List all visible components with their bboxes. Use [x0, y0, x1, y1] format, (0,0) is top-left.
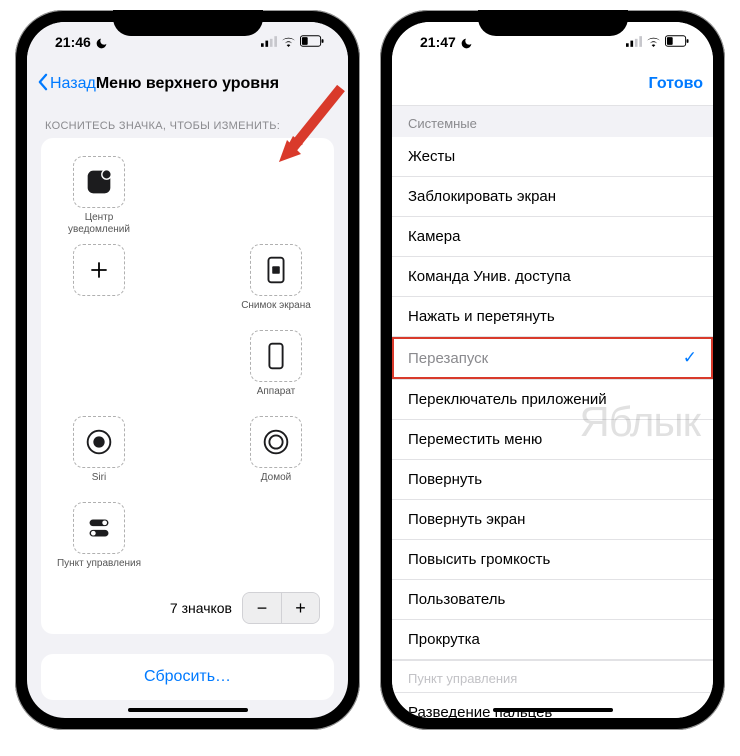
nav-bar: Назад Меню верхнего уровня: [27, 62, 348, 106]
moon-icon: [95, 34, 108, 50]
nav-bar: Готово: [392, 62, 713, 106]
list-section-system: Системные: [392, 106, 713, 137]
notch: [478, 10, 628, 36]
icon-grid: Центр уведомлений Снимок экрана: [55, 156, 320, 580]
grid-item-control-center[interactable]: Пункт управления: [55, 502, 143, 580]
list-item[interactable]: Перезапуск✓: [392, 337, 713, 380]
stepper: − +: [242, 592, 320, 624]
list-item[interactable]: Нажать и перетянуть: [392, 297, 713, 337]
screen-right: 21:47 Готово Системные ЖестыЗаблокироват…: [392, 22, 713, 718]
back-label: Назад: [50, 75, 96, 93]
reset-button[interactable]: Сбросить…: [41, 654, 334, 700]
grid-item-notifications[interactable]: Центр уведомлений: [55, 156, 143, 236]
list-item[interactable]: Камера: [392, 217, 713, 257]
grid-item-screenshot[interactable]: Снимок экрана: [232, 244, 320, 322]
stepper-row: 7 значков − +: [55, 592, 320, 624]
list-item[interactable]: Повысить громкость: [392, 540, 713, 580]
watermark: Яблык: [579, 398, 700, 446]
status-time: 21:47: [420, 34, 456, 50]
wifi-icon: [281, 34, 296, 50]
stepper-plus[interactable]: +: [281, 593, 319, 623]
wifi-icon: [646, 34, 661, 50]
grid-item-add[interactable]: [55, 244, 143, 322]
list-item[interactable]: Повернуть: [392, 460, 713, 500]
grid-item-device[interactable]: Аппарат: [232, 330, 320, 408]
list-control: Разведение пальцевРазвести пальцы и пове…: [392, 693, 713, 718]
moon-icon: [460, 34, 473, 50]
list-item[interactable]: Разведение пальцев: [392, 693, 713, 718]
icon-grid-card: Центр уведомлений Снимок экрана: [41, 138, 334, 634]
status-time: 21:46: [55, 34, 91, 50]
stepper-minus[interactable]: −: [243, 593, 281, 623]
list-item[interactable]: Пользователь: [392, 580, 713, 620]
chevron-left-icon: [37, 73, 48, 96]
list-item[interactable]: Заблокировать экран: [392, 177, 713, 217]
screen-left: 21:46 Назад Меню верхнего уровня КОСНИТЕ…: [27, 22, 348, 718]
battery-icon: [300, 34, 324, 50]
back-button[interactable]: Назад: [37, 73, 96, 96]
check-icon: ✓: [683, 348, 697, 368]
list-section-control: Пункт управления: [392, 660, 713, 693]
list-item[interactable]: Повернуть экран: [392, 500, 713, 540]
phone-right: 21:47 Готово Системные ЖестыЗаблокироват…: [380, 10, 725, 730]
list-item[interactable]: Жесты: [392, 137, 713, 177]
notch: [113, 10, 263, 36]
battery-icon: [665, 34, 689, 50]
signal-icon: [261, 34, 277, 50]
phone-left: 21:46 Назад Меню верхнего уровня КОСНИТЕ…: [15, 10, 360, 730]
signal-icon: [626, 34, 642, 50]
section-hint: КОСНИТЕСЬ ЗНАЧКА, ЧТОБЫ ИЗМЕНИТЬ:: [27, 106, 348, 138]
list-item[interactable]: Команда Унив. доступа: [392, 257, 713, 297]
home-indicator[interactable]: [493, 708, 613, 712]
icon-count: 7 значков: [170, 600, 232, 616]
grid-item-home[interactable]: Домой: [232, 416, 320, 494]
home-indicator[interactable]: [128, 708, 248, 712]
grid-item-empty-2[interactable]: [55, 330, 143, 408]
done-button[interactable]: Готово: [649, 75, 703, 93]
list-item[interactable]: Прокрутка: [392, 620, 713, 660]
grid-item-siri[interactable]: Siri: [55, 416, 143, 494]
grid-item-empty-1[interactable]: [232, 156, 320, 236]
